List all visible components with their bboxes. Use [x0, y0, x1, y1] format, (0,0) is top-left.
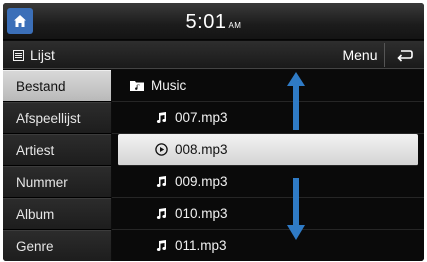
list-item-selected[interactable]: 008.mp3	[118, 134, 418, 166]
play-circle-icon	[153, 143, 169, 157]
sidebar-item-label: Artiest	[16, 142, 55, 158]
sidebar-item-label: Genre	[16, 238, 54, 254]
sidebar-item-label: Bestand	[16, 78, 66, 94]
clock-time: 5:01	[185, 11, 227, 33]
head-unit-screen: 5:01 AM Lijst Menu Bestand Afspeellijst …	[3, 3, 424, 261]
sidebar-item-label: Album	[16, 206, 55, 222]
music-note-icon	[153, 111, 169, 125]
sidebar-item-label: Nummer	[16, 174, 68, 190]
list-item[interactable]: 007.mp3	[112, 102, 424, 134]
category-sidebar: Bestand Afspeellijst Artiest Nummer Albu…	[3, 70, 111, 261]
file-list: Music 007.mp3 008.mp3 009.mp3 010.mp3 01…	[112, 70, 424, 261]
menu-button[interactable]: Menu	[336, 43, 385, 67]
list-item[interactable]: 009.mp3	[112, 166, 424, 198]
status-bar: 5:01 AM	[3, 3, 424, 40]
scroll-up-arrow-icon[interactable]	[287, 72, 305, 130]
list-item[interactable]: 011.mp3	[112, 230, 424, 261]
sidebar-item-album[interactable]: Album	[3, 198, 111, 230]
file-name: 010.mp3	[175, 206, 228, 221]
list-item[interactable]: 010.mp3	[112, 198, 424, 230]
music-note-icon	[153, 239, 169, 253]
sidebar-item-nummer[interactable]: Nummer	[3, 166, 111, 198]
file-name: 009.mp3	[175, 174, 228, 189]
music-note-icon	[153, 207, 169, 221]
list-icon	[13, 49, 24, 61]
sidebar-item-label: Afspeellijst	[16, 110, 81, 126]
clock-ampm: AM	[228, 21, 242, 30]
sidebar-item-artiest[interactable]: Artiest	[3, 134, 111, 166]
scroll-down-arrow-icon[interactable]	[287, 178, 305, 240]
file-name: 008.mp3	[175, 142, 228, 157]
back-button[interactable]	[387, 43, 423, 67]
file-name: 007.mp3	[175, 110, 228, 125]
folder-music-icon	[129, 79, 145, 93]
back-arrow-icon	[397, 50, 413, 62]
list-title: Lijst	[13, 47, 55, 63]
clock: 5:01 AM	[3, 11, 424, 34]
sidebar-item-genre[interactable]: Genre	[3, 230, 111, 261]
folder-label: Music	[151, 78, 187, 93]
list-title-label: Lijst	[30, 47, 55, 63]
folder-row[interactable]: Music	[112, 70, 424, 102]
title-bar: Lijst Menu	[3, 41, 424, 69]
file-name: 011.mp3	[175, 238, 227, 253]
sidebar-item-afspeellijst[interactable]: Afspeellijst	[3, 102, 111, 134]
music-note-icon	[153, 175, 169, 189]
sidebar-item-bestand[interactable]: Bestand	[3, 70, 111, 102]
